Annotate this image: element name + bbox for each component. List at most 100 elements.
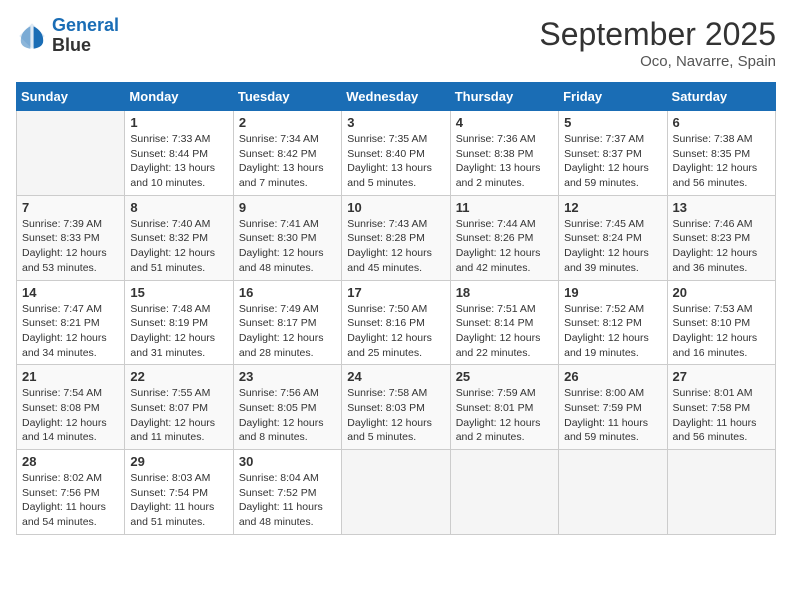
day-number: 6: [673, 115, 770, 130]
sunrise: Sunrise: 7:48 AM: [130, 302, 227, 317]
sunset: Sunset: 8:12 PM: [564, 316, 661, 331]
sunset: Sunset: 8:17 PM: [239, 316, 336, 331]
daylight: Daylight: 12 hours and 42 minutes.: [456, 246, 553, 275]
daylight: Daylight: 12 hours and 25 minutes.: [347, 331, 444, 360]
calendar-cell: 28 Sunrise: 8:02 AM Sunset: 7:56 PM Dayl…: [17, 450, 125, 535]
daylight: Daylight: 12 hours and 2 minutes.: [456, 416, 553, 445]
sunrise: Sunrise: 7:33 AM: [130, 132, 227, 147]
sunset: Sunset: 8:33 PM: [22, 231, 119, 246]
sunset: Sunset: 8:19 PM: [130, 316, 227, 331]
daylight: Daylight: 12 hours and 14 minutes.: [22, 416, 119, 445]
daylight: Daylight: 12 hours and 53 minutes.: [22, 246, 119, 275]
sunrise: Sunrise: 7:53 AM: [673, 302, 770, 317]
calendar-cell: 8 Sunrise: 7:40 AM Sunset: 8:32 PM Dayli…: [125, 195, 233, 280]
sunset: Sunset: 7:58 PM: [673, 401, 770, 416]
day-info: Sunrise: 7:44 AM Sunset: 8:26 PM Dayligh…: [456, 217, 553, 276]
calendar-cell: 11 Sunrise: 7:44 AM Sunset: 8:26 PM Dayl…: [450, 195, 558, 280]
sunset: Sunset: 8:38 PM: [456, 147, 553, 162]
col-tuesday: Tuesday: [233, 83, 341, 111]
sunrise: Sunrise: 7:59 AM: [456, 386, 553, 401]
day-info: Sunrise: 7:50 AM Sunset: 8:16 PM Dayligh…: [347, 302, 444, 361]
sunrise: Sunrise: 7:43 AM: [347, 217, 444, 232]
day-info: Sunrise: 7:47 AM Sunset: 8:21 PM Dayligh…: [22, 302, 119, 361]
day-info: Sunrise: 7:55 AM Sunset: 8:07 PM Dayligh…: [130, 386, 227, 445]
day-number: 29: [130, 454, 227, 469]
calendar-cell: 9 Sunrise: 7:41 AM Sunset: 8:30 PM Dayli…: [233, 195, 341, 280]
day-info: Sunrise: 8:00 AM Sunset: 7:59 PM Dayligh…: [564, 386, 661, 445]
sunrise: Sunrise: 7:49 AM: [239, 302, 336, 317]
sunrise: Sunrise: 7:54 AM: [22, 386, 119, 401]
day-number: 12: [564, 200, 661, 215]
calendar-cell: [342, 450, 450, 535]
sunset: Sunset: 7:56 PM: [22, 486, 119, 501]
sunset: Sunset: 8:40 PM: [347, 147, 444, 162]
day-info: Sunrise: 8:04 AM Sunset: 7:52 PM Dayligh…: [239, 471, 336, 530]
daylight: Daylight: 13 hours and 7 minutes.: [239, 161, 336, 190]
sunset: Sunset: 8:37 PM: [564, 147, 661, 162]
day-number: 2: [239, 115, 336, 130]
calendar-cell: 26 Sunrise: 8:00 AM Sunset: 7:59 PM Dayl…: [559, 365, 667, 450]
day-number: 27: [673, 369, 770, 384]
day-number: 21: [22, 369, 119, 384]
sunset: Sunset: 8:16 PM: [347, 316, 444, 331]
day-info: Sunrise: 7:46 AM Sunset: 8:23 PM Dayligh…: [673, 217, 770, 276]
calendar-cell: 30 Sunrise: 8:04 AM Sunset: 7:52 PM Dayl…: [233, 450, 341, 535]
calendar-week-2: 7 Sunrise: 7:39 AM Sunset: 8:33 PM Dayli…: [17, 195, 776, 280]
day-number: 4: [456, 115, 553, 130]
daylight: Daylight: 12 hours and 31 minutes.: [130, 331, 227, 360]
day-info: Sunrise: 7:49 AM Sunset: 8:17 PM Dayligh…: [239, 302, 336, 361]
sunset: Sunset: 8:32 PM: [130, 231, 227, 246]
calendar-week-3: 14 Sunrise: 7:47 AM Sunset: 8:21 PM Dayl…: [17, 280, 776, 365]
daylight: Daylight: 13 hours and 2 minutes.: [456, 161, 553, 190]
sunrise: Sunrise: 7:50 AM: [347, 302, 444, 317]
day-info: Sunrise: 7:37 AM Sunset: 8:37 PM Dayligh…: [564, 132, 661, 191]
day-number: 17: [347, 285, 444, 300]
calendar-cell: [559, 450, 667, 535]
day-info: Sunrise: 7:45 AM Sunset: 8:24 PM Dayligh…: [564, 217, 661, 276]
sunset: Sunset: 8:35 PM: [673, 147, 770, 162]
calendar-cell: 25 Sunrise: 7:59 AM Sunset: 8:01 PM Dayl…: [450, 365, 558, 450]
sunset: Sunset: 8:28 PM: [347, 231, 444, 246]
day-number: 23: [239, 369, 336, 384]
col-saturday: Saturday: [667, 83, 775, 111]
daylight: Daylight: 11 hours and 51 minutes.: [130, 500, 227, 529]
calendar-cell: 22 Sunrise: 7:55 AM Sunset: 8:07 PM Dayl…: [125, 365, 233, 450]
daylight: Daylight: 11 hours and 59 minutes.: [564, 416, 661, 445]
calendar-cell: 17 Sunrise: 7:50 AM Sunset: 8:16 PM Dayl…: [342, 280, 450, 365]
day-info: Sunrise: 7:53 AM Sunset: 8:10 PM Dayligh…: [673, 302, 770, 361]
sunset: Sunset: 8:21 PM: [22, 316, 119, 331]
calendar-cell: 24 Sunrise: 7:58 AM Sunset: 8:03 PM Dayl…: [342, 365, 450, 450]
day-number: 25: [456, 369, 553, 384]
daylight: Daylight: 12 hours and 36 minutes.: [673, 246, 770, 275]
day-info: Sunrise: 7:34 AM Sunset: 8:42 PM Dayligh…: [239, 132, 336, 191]
sunset: Sunset: 7:54 PM: [130, 486, 227, 501]
sunset: Sunset: 8:14 PM: [456, 316, 553, 331]
sunrise: Sunrise: 7:36 AM: [456, 132, 553, 147]
daylight: Daylight: 13 hours and 10 minutes.: [130, 161, 227, 190]
day-number: 10: [347, 200, 444, 215]
day-number: 5: [564, 115, 661, 130]
calendar-cell: [17, 111, 125, 196]
day-info: Sunrise: 7:43 AM Sunset: 8:28 PM Dayligh…: [347, 217, 444, 276]
daylight: Daylight: 11 hours and 56 minutes.: [673, 416, 770, 445]
calendar-cell: 5 Sunrise: 7:37 AM Sunset: 8:37 PM Dayli…: [559, 111, 667, 196]
calendar-cell: 7 Sunrise: 7:39 AM Sunset: 8:33 PM Dayli…: [17, 195, 125, 280]
title-block: September 2025 Oco, Navarre, Spain: [539, 16, 776, 70]
sunrise: Sunrise: 7:45 AM: [564, 217, 661, 232]
calendar-cell: 14 Sunrise: 7:47 AM Sunset: 8:21 PM Dayl…: [17, 280, 125, 365]
calendar-cell: 21 Sunrise: 7:54 AM Sunset: 8:08 PM Dayl…: [17, 365, 125, 450]
sunrise: Sunrise: 8:03 AM: [130, 471, 227, 486]
sunset: Sunset: 8:08 PM: [22, 401, 119, 416]
col-wednesday: Wednesday: [342, 83, 450, 111]
daylight: Daylight: 12 hours and 39 minutes.: [564, 246, 661, 275]
daylight: Daylight: 12 hours and 28 minutes.: [239, 331, 336, 360]
daylight: Daylight: 12 hours and 48 minutes.: [239, 246, 336, 275]
calendar-week-5: 28 Sunrise: 8:02 AM Sunset: 7:56 PM Dayl…: [17, 450, 776, 535]
calendar-cell: 29 Sunrise: 8:03 AM Sunset: 7:54 PM Dayl…: [125, 450, 233, 535]
daylight: Daylight: 13 hours and 5 minutes.: [347, 161, 444, 190]
calendar-cell: 2 Sunrise: 7:34 AM Sunset: 8:42 PM Dayli…: [233, 111, 341, 196]
calendar-cell: 23 Sunrise: 7:56 AM Sunset: 8:05 PM Dayl…: [233, 365, 341, 450]
day-info: Sunrise: 7:38 AM Sunset: 8:35 PM Dayligh…: [673, 132, 770, 191]
col-friday: Friday: [559, 83, 667, 111]
calendar-cell: 4 Sunrise: 7:36 AM Sunset: 8:38 PM Dayli…: [450, 111, 558, 196]
